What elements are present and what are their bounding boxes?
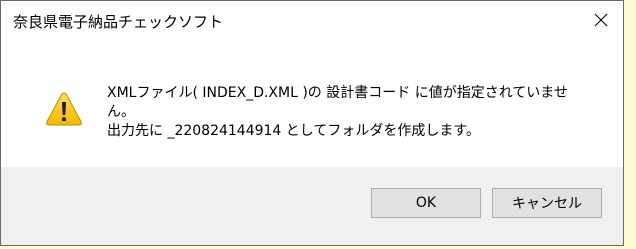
close-icon [594, 13, 608, 27]
window-title: 奈良県電子納品チェックソフト [13, 13, 224, 31]
message-line-3: 出力先に _220824144914 としてフォルダを作成します。 [107, 123, 480, 139]
message-line-2: ん。 [107, 104, 135, 120]
title-bar: 奈良県電子納品チェックソフト [1, 1, 623, 39]
message-text: XMLファイル( INDEX_D.XML )の 設計書コード に値が指定されてい… [107, 84, 607, 141]
button-bar: OK キャンセル [1, 167, 623, 245]
warning-icon [46, 92, 82, 126]
close-button[interactable] [581, 5, 621, 35]
message-line-1: XMLファイル( INDEX_D.XML )の 設計書コード に値が指定されてい… [107, 85, 568, 101]
ok-button[interactable]: OK [371, 188, 481, 218]
message-dialog: 奈良県電子納品チェックソフト XMLファイル( INDEX_D.XML )の 設… [0, 0, 624, 246]
cancel-button[interactable]: キャンセル [492, 188, 602, 218]
